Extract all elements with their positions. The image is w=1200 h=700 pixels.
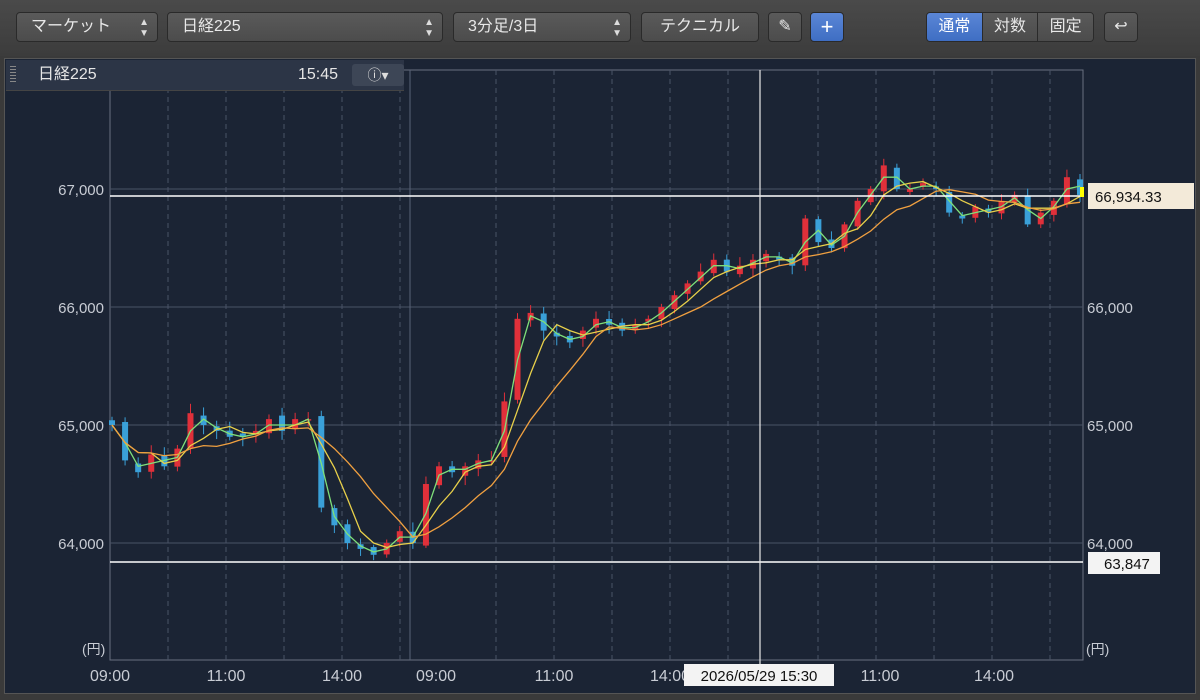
y-tick-label-right: 65,000 (1087, 418, 1133, 435)
last-price-marker (1080, 187, 1084, 197)
x-tick-label: 11:00 (535, 668, 574, 685)
candle-body (880, 165, 887, 192)
y-unit-right: (円) (1086, 641, 1109, 657)
y-tick-label-left: 64,000 (58, 536, 104, 553)
info-time: 15:45 (298, 66, 339, 83)
x-tick-label: 09:00 (90, 668, 130, 685)
candle-body (135, 463, 142, 473)
info-bar: 日経225 15:45 ⓘ▾ (6, 60, 404, 91)
price-chart[interactable]: 66,934.33 63,847 67,000 66,000 66,000 65,000 6… (0, 0, 1200, 700)
candle-body (1063, 177, 1070, 205)
chart-grid (109, 69, 1084, 661)
x-tick-label: 11:00 (861, 668, 900, 685)
x-tick-label: 14:00 (322, 668, 362, 685)
y-tick-label-right: 64,000 (1087, 536, 1133, 553)
candle-body (422, 484, 429, 546)
y-tick-label-left: 67,000 (58, 182, 104, 199)
x-tick-label: 09:00 (416, 668, 456, 685)
low-price-label: 63,847 (1104, 556, 1150, 573)
x-tick-label: 14:00 (974, 668, 1014, 685)
info-icon[interactable]: ⓘ▾ (352, 64, 404, 86)
y-tick-label-right: 66,000 (1087, 300, 1133, 317)
plot-area (109, 69, 1084, 661)
y-unit-left: (円) (82, 641, 105, 657)
info-symbol: 日経225 (38, 66, 97, 83)
x-tick-label: 11:00 (207, 668, 246, 685)
candle-body (671, 295, 678, 310)
last-price-label: 66,934.33 (1095, 189, 1162, 206)
candle-body (122, 422, 129, 461)
y-tick-label-left: 65,000 (58, 418, 104, 435)
crosshair-time-label: 2026/05/29 15:30 (701, 668, 818, 685)
candle-body (109, 420, 115, 425)
drag-handle[interactable] (10, 66, 16, 84)
y-tick-label-left: 66,000 (58, 300, 104, 317)
